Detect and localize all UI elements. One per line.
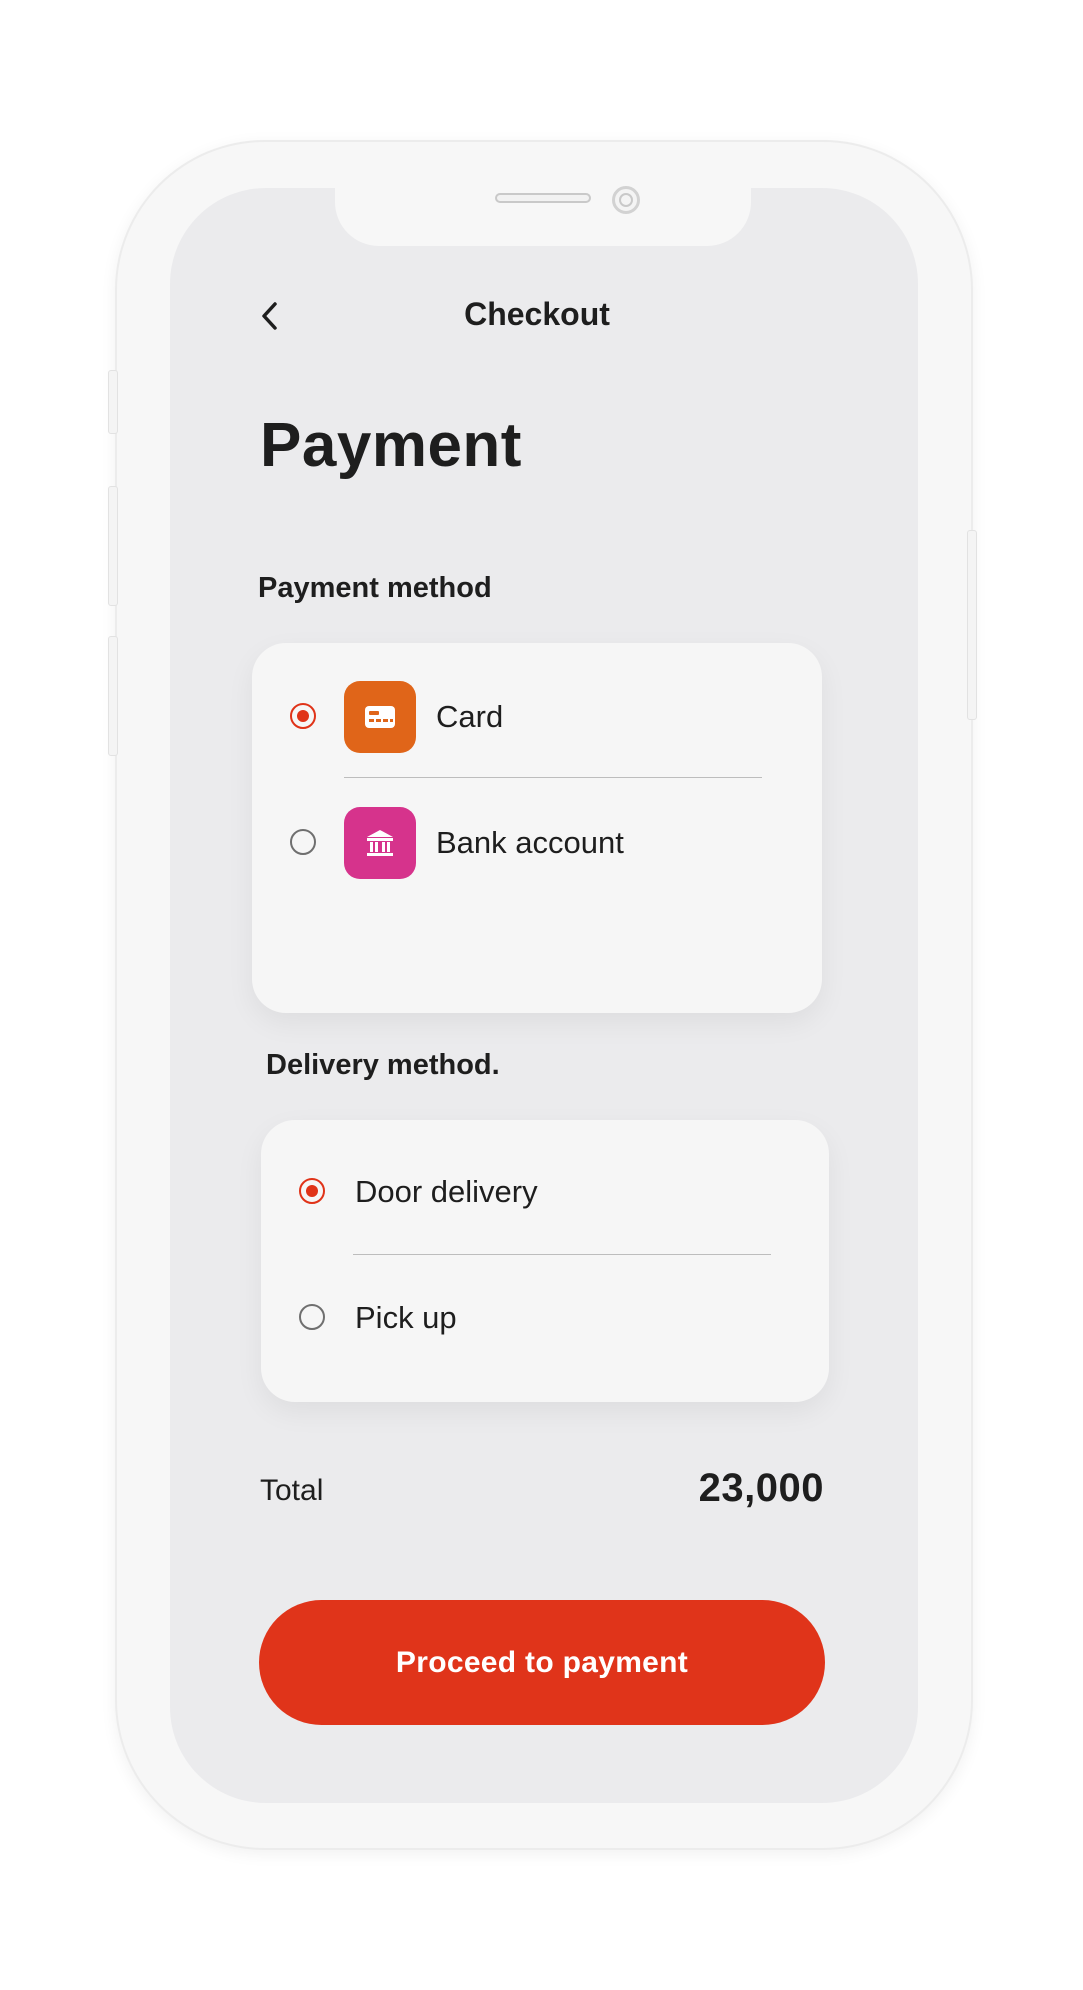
door-delivery-radio[interactable] xyxy=(299,1178,325,1204)
bank-icon-tile xyxy=(344,807,416,879)
credit-card-icon-tile xyxy=(344,681,416,753)
delivery-divider xyxy=(353,1254,771,1255)
door-delivery-option-label: Door delivery xyxy=(355,1174,538,1209)
page-title: Payment xyxy=(260,411,522,480)
bank-icon xyxy=(367,830,393,856)
delivery-method-label: Delivery method. xyxy=(266,1049,500,1081)
total-value: 23,000 xyxy=(698,1466,824,1510)
header-title: Checkout xyxy=(464,296,610,332)
payment-option-bank-account[interactable]: Bank account xyxy=(252,803,822,883)
stage: Checkout Payment Payment method Card Ban… xyxy=(0,0,1083,1990)
volume-down-button xyxy=(108,636,118,756)
pick-up-radio[interactable] xyxy=(299,1304,325,1330)
card-radio[interactable] xyxy=(290,703,316,729)
credit-card-icon xyxy=(365,706,395,728)
volume-up-button xyxy=(108,486,118,606)
payment-option-card[interactable]: Card xyxy=(252,677,822,757)
chevron-left-icon xyxy=(262,302,277,330)
back-button[interactable] xyxy=(252,298,288,334)
mute-switch xyxy=(108,370,118,434)
card-option-label: Card xyxy=(436,699,504,734)
power-button xyxy=(967,530,977,720)
speaker-grille xyxy=(495,193,591,203)
delivery-option-pick-up[interactable]: Pick up xyxy=(261,1280,829,1360)
total-label: Total xyxy=(260,1474,324,1507)
delivery-option-door-delivery[interactable]: Door delivery xyxy=(261,1154,829,1234)
payment-divider xyxy=(344,777,762,778)
bank-account-radio[interactable] xyxy=(290,829,316,855)
front-camera xyxy=(612,186,640,214)
payment-method-card: Card Bank account xyxy=(252,643,822,1013)
payment-method-label: Payment method xyxy=(258,572,492,604)
pick-up-option-label: Pick up xyxy=(355,1300,457,1335)
proceed-to-payment-button[interactable]: Proceed to payment xyxy=(259,1600,825,1725)
bank-account-option-label: Bank account xyxy=(436,825,624,860)
delivery-method-card: Door delivery Pick up xyxy=(261,1120,829,1402)
